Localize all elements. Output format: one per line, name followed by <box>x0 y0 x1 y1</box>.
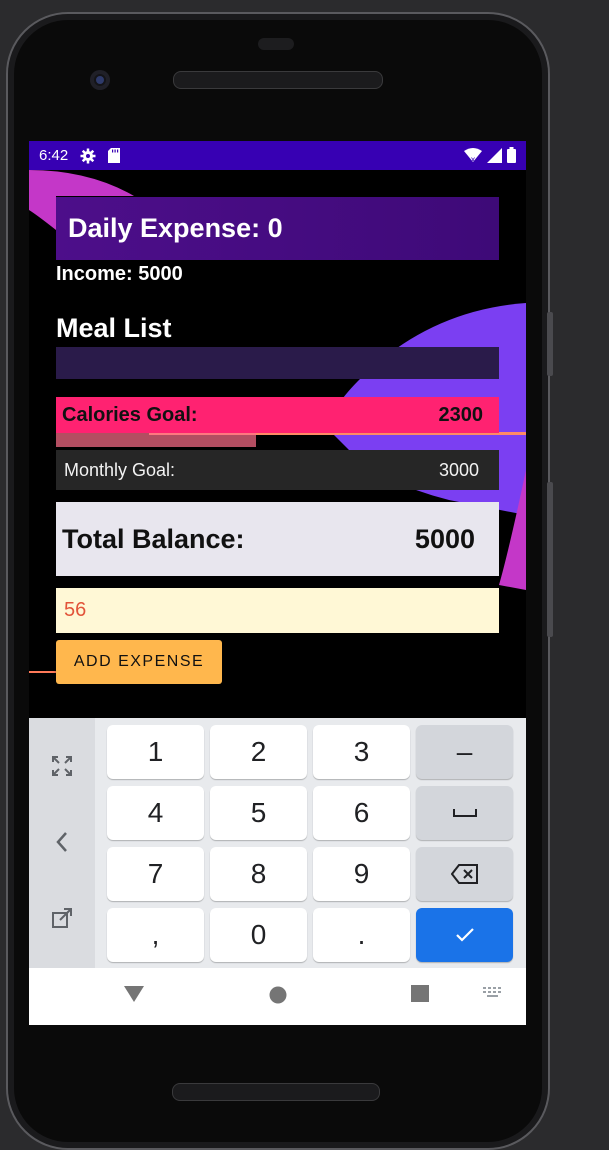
calories-goal-label: Calories Goal: <box>62 403 198 426</box>
meal-list-title: Meal List <box>56 313 172 343</box>
back-icon[interactable] <box>123 984 145 1004</box>
meal-list[interactable] <box>56 347 499 379</box>
key-period[interactable]: . <box>313 908 410 962</box>
recents-icon[interactable] <box>411 984 430 1003</box>
key-1[interactable]: 1 <box>107 725 204 779</box>
income-label: Income: 5000 <box>56 263 183 285</box>
fullscreen-icon[interactable] <box>50 754 74 778</box>
key-8[interactable]: 8 <box>210 847 307 901</box>
keyboard-switch-icon[interactable] <box>483 984 503 998</box>
app-content: Daily Expense: 0 Income: 5000 Meal List … <box>29 170 526 718</box>
settings-icon <box>80 148 96 164</box>
numeric-keyboard: 1 2 3 – 4 5 6 7 8 9 , 0 . <box>29 718 526 968</box>
volume-button <box>547 312 553 376</box>
monthly-goal-label: Monthly Goal: <box>64 459 176 480</box>
resize-icon[interactable] <box>50 906 74 930</box>
key-7[interactable]: 7 <box>107 847 204 901</box>
power-button <box>547 482 553 637</box>
chevron-left-icon[interactable] <box>50 830 74 854</box>
calories-goal-row: Calories Goal: 2300 <box>56 397 499 433</box>
key-6[interactable]: 6 <box>313 786 410 840</box>
calories-goal-value: 2300 <box>438 403 484 426</box>
key-2[interactable]: 2 <box>210 725 307 779</box>
status-bar: 6:42 x <box>29 141 526 170</box>
backspace-icon <box>450 864 478 884</box>
space-icon <box>452 809 477 817</box>
status-time: 6:42 <box>39 147 69 164</box>
front-camera <box>90 70 110 90</box>
total-balance-row: Total Balance: 5000 <box>56 502 499 576</box>
expense-amount-input[interactable] <box>56 588 499 633</box>
key-comma[interactable]: , <box>107 908 204 962</box>
device-screen: 6:42 x Daily Expense: 0 Income: 5000 Mea… <box>29 141 526 1025</box>
signal-icon <box>487 147 502 167</box>
key-5[interactable]: 5 <box>210 786 307 840</box>
key-backspace[interactable] <box>416 847 513 901</box>
key-0[interactable]: 0 <box>210 908 307 962</box>
key-3[interactable]: 3 <box>313 725 410 779</box>
divider-line <box>29 671 56 673</box>
add-expense-button[interactable]: ADD EXPENSE <box>56 640 222 684</box>
sd-card-icon <box>108 148 121 163</box>
monthly-goal-value: 3000 <box>438 459 479 480</box>
key-done[interactable] <box>416 908 513 962</box>
key-9[interactable]: 9 <box>313 847 410 901</box>
svg-text:x: x <box>471 155 476 163</box>
keyboard-side-panel <box>29 718 95 968</box>
key-4[interactable]: 4 <box>107 786 204 840</box>
checkmark-icon <box>455 928 474 942</box>
wifi-icon: x <box>464 147 482 167</box>
monthly-goal-row: Monthly Goal: 3000 <box>56 450 499 490</box>
home-icon[interactable] <box>268 984 288 1004</box>
battery-icon <box>507 147 516 167</box>
bottom-speaker <box>172 1083 380 1101</box>
total-balance-label: Total Balance: <box>62 523 245 554</box>
earpiece-speaker <box>173 71 383 89</box>
system-navigation-bar <box>29 968 526 1025</box>
key-minus[interactable]: – <box>416 725 513 779</box>
daily-expense-banner: Daily Expense: 0 <box>56 197 499 260</box>
key-space[interactable] <box>416 786 513 840</box>
top-slot <box>258 38 294 50</box>
total-balance-value: 5000 <box>414 523 475 554</box>
